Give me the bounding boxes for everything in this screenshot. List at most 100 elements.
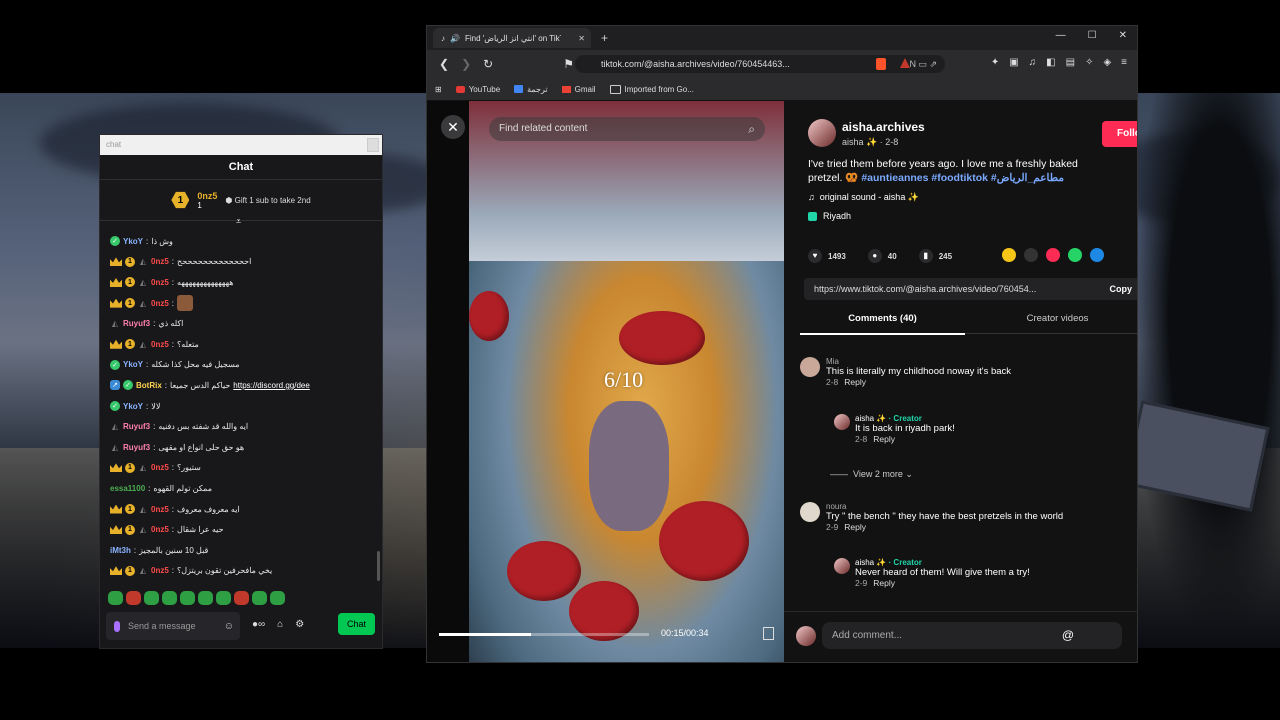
back-icon[interactable]: ❮ <box>439 57 449 71</box>
extensions-icon[interactable]: ✦ <box>991 57 999 68</box>
chat-username[interactable]: Ruyuf3 <box>123 319 150 328</box>
bookmark-translate[interactable]: ترجمة <box>514 85 548 94</box>
hashtag-link[interactable]: #مطاعم_الرياض <box>991 172 1064 184</box>
bookmark-folder-imported[interactable]: Imported from Go... <box>609 84 694 94</box>
reply-button[interactable]: Reply <box>844 377 866 387</box>
chat-input[interactable]: Send a message ☺ <box>106 612 240 640</box>
author-name[interactable]: aisha.archives <box>842 120 925 134</box>
chat-username[interactable]: 0nz5 <box>151 525 169 534</box>
chat-username[interactable]: 0nz5 <box>151 463 169 472</box>
emote-icon[interactable] <box>162 591 177 605</box>
follow-button[interactable]: Follow <box>1102 121 1137 147</box>
reply-button[interactable]: Reply <box>873 578 895 588</box>
chat-scrollbar[interactable] <box>377 551 380 581</box>
bookmark-gmail[interactable]: Gmail <box>561 85 596 94</box>
chat-username[interactable]: iMt3h <box>110 546 131 555</box>
close-tab-icon[interactable]: ✕ <box>578 34 585 43</box>
chat-username[interactable]: BotRix <box>136 381 162 390</box>
commenter-avatar[interactable] <box>800 502 820 522</box>
commenter-name[interactable]: Mia <box>826 357 1126 366</box>
related-search-input[interactable]: Find related content ⌕ <box>489 117 765 141</box>
video-progress-bar[interactable] <box>439 633 649 636</box>
emote-icon[interactable] <box>198 591 213 605</box>
brave-shield-icon[interactable] <box>876 58 886 70</box>
tab-search-icon[interactable]: ▣ <box>1009 57 1018 68</box>
commenter-avatar[interactable] <box>800 357 820 377</box>
close-window-icon[interactable]: ✕ <box>1119 30 1127 41</box>
bookmark-icon[interactable]: ⚑ <box>563 57 574 71</box>
mic-icon[interactable] <box>114 620 120 632</box>
leo-icon[interactable]: ✧ <box>1085 57 1093 68</box>
chat-username[interactable]: 0nz5 <box>151 299 169 308</box>
apps-grid-icon[interactable]: ⊞ <box>435 85 442 94</box>
author-avatar[interactable] <box>808 119 836 147</box>
reload-icon[interactable]: ↻ <box>483 57 493 71</box>
send-icon[interactable] <box>1046 248 1060 262</box>
commenter-name[interactable]: aisha ✨ <box>855 558 886 567</box>
hashtag-link[interactable]: #auntieannes <box>861 172 928 184</box>
menu-icon[interactable]: ≡ <box>1121 57 1127 68</box>
tab-creator-videos[interactable]: Creator videos <box>975 309 1137 329</box>
like-button[interactable]: ♥ 1493 <box>808 249 846 263</box>
chat-username[interactable]: YkoY <box>123 237 143 246</box>
commenter-name[interactable]: aisha ✨ <box>855 414 886 423</box>
user-avatar[interactable] <box>796 626 816 646</box>
creator-avatar[interactable] <box>834 414 850 430</box>
emote-icon[interactable] <box>180 591 195 605</box>
chat-send-button[interactable]: Chat <box>338 613 375 635</box>
emote-icon[interactable] <box>270 591 285 605</box>
hashtag-link[interactable]: #foodtiktok <box>931 172 988 184</box>
settings-gear-icon[interactable]: ⚙ <box>295 619 304 630</box>
chat-username[interactable]: Ruyuf3 <box>123 422 150 431</box>
new-tab-icon[interactable]: + <box>601 31 608 45</box>
commenter-name[interactable]: noura <box>826 502 1137 511</box>
mention-icon[interactable]: @ <box>1062 622 1074 649</box>
sidebar-icon[interactable]: ◧ <box>1046 57 1055 68</box>
emote-icon[interactable] <box>216 591 231 605</box>
browser-tab[interactable]: ♪ 🔊 Find 'انتي انز الرياض' on TikTok ✕ <box>433 28 591 48</box>
minimize-icon[interactable]: — <box>1056 30 1066 41</box>
media-icon[interactable]: ♫ <box>1029 57 1037 68</box>
collapse-arrow-icon[interactable]: ⩡ <box>236 216 241 227</box>
search-icon[interactable]: ⌕ <box>748 117 755 141</box>
chat-username[interactable]: Ruyuf3 <box>123 443 150 452</box>
facebook-icon[interactable] <box>1090 248 1104 262</box>
chat-username[interactable]: 0nz5 <box>151 566 169 575</box>
view-more-replies[interactable]: —— View 2 more ⌄ <box>830 469 913 480</box>
speaker-icon[interactable]: 🔊 <box>450 34 460 43</box>
chat-username[interactable]: 0nz5 <box>151 257 169 266</box>
wallet-icon[interactable]: ▤ <box>1066 57 1075 68</box>
emote-icon[interactable] <box>234 591 249 605</box>
vpn-icon[interactable]: ◈ <box>1103 57 1111 68</box>
emote-icon[interactable] <box>126 591 141 605</box>
store-icon[interactable]: ⌂ <box>277 619 283 630</box>
kick-points-icon[interactable]: ●∞ <box>252 619 265 630</box>
tab-comments[interactable]: Comments (40) <box>800 309 965 335</box>
chat-username[interactable]: 0nz5 <box>151 278 169 287</box>
location-link[interactable]: Riyadh <box>808 211 851 221</box>
close-video-button[interactable]: ✕ <box>441 115 465 139</box>
maximize-icon[interactable]: ☐ <box>1088 30 1097 41</box>
reply-button[interactable]: Reply <box>873 434 895 444</box>
chat-username[interactable]: 0nz5 <box>151 505 169 514</box>
emoji-icon[interactable]: ☺ <box>224 621 234 632</box>
chat-username[interactable]: essa1100 <box>110 484 145 493</box>
address-bar[interactable]: tiktok.com/@aisha.archives/video/7604544… <box>575 55 945 73</box>
bookmark-youtube[interactable]: YouTube <box>455 85 500 94</box>
chat-username[interactable]: YkoY <box>123 360 143 369</box>
scrollbar-thumb[interactable] <box>367 138 379 152</box>
add-comment-input[interactable]: Add comment... @ <box>822 622 1122 649</box>
creator-avatar[interactable] <box>834 558 850 574</box>
comment-button[interactable]: ● 40 <box>867 249 897 263</box>
chat-link[interactable]: https://discord.gg/dee <box>233 381 310 390</box>
sound-link[interactable]: ♫ original sound - aisha ✨ <box>808 192 919 203</box>
video-player[interactable]: 6/10 <box>469 101 784 662</box>
forward-icon[interactable]: ❯ <box>461 57 471 71</box>
picture-in-picture-icon[interactable] <box>763 627 774 640</box>
copy-link-button[interactable]: Copy <box>1110 278 1133 300</box>
page-tools-icon[interactable]: N ▭ ⇗ <box>909 59 937 70</box>
share-link-box[interactable]: https://www.tiktok.com/@aisha.archives/v… <box>804 278 1137 300</box>
save-button[interactable]: ▮ 245 <box>918 249 952 263</box>
chat-username[interactable]: 0nz5 <box>151 340 169 349</box>
embed-icon[interactable] <box>1024 248 1038 262</box>
